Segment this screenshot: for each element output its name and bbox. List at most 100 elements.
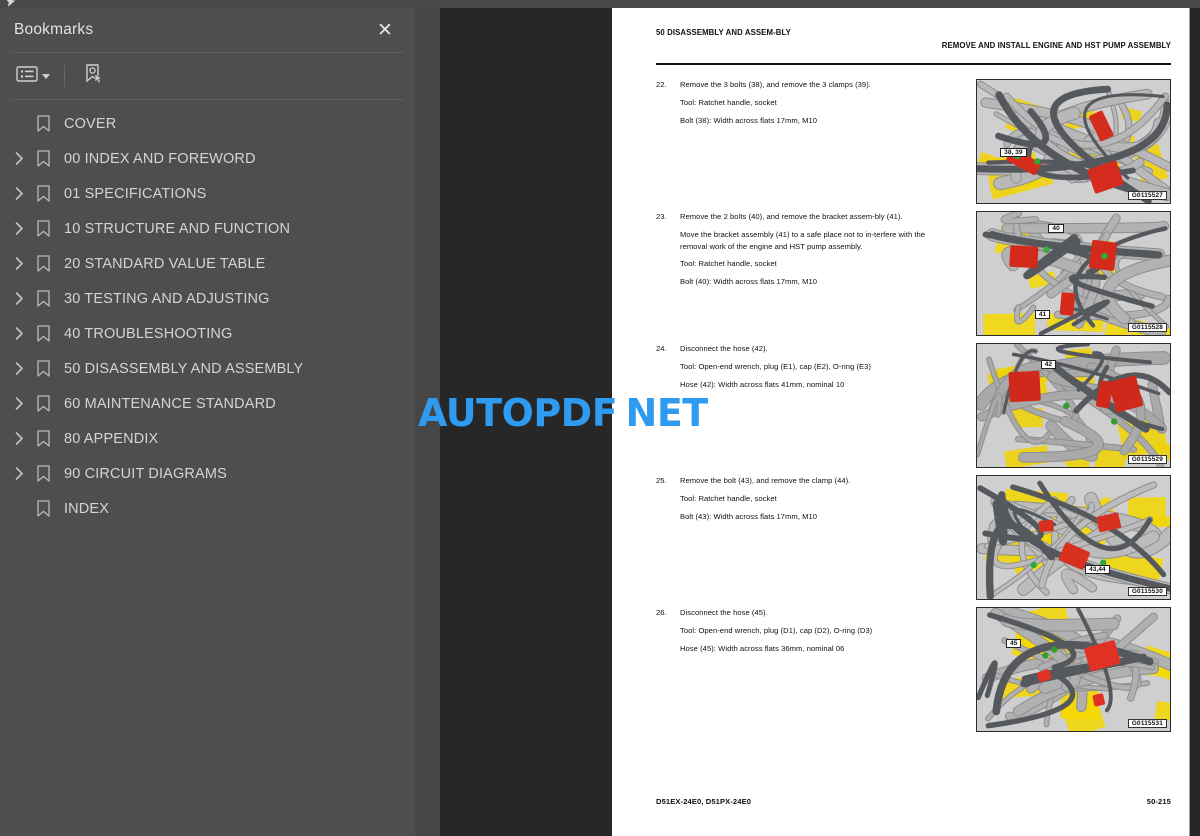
step-paragraph: Hose (42): Width across flats 41mm, nomi… [680, 379, 845, 389]
bookmark-item-label: 40 TROUBLESHOOTING [64, 325, 233, 342]
bookmark-item-label: 30 TESTING AND ADJUSTING [64, 290, 270, 307]
step-paragraph: Tool: Open-end wrench, plug (E1), cap (E… [680, 361, 871, 371]
bookmark-item[interactable]: 80 APPENDIX [0, 421, 415, 456]
bookmark-item[interactable]: 30 TESTING AND ADJUSTING [0, 281, 415, 316]
bookmarks-panel-title: Bookmarks [14, 21, 94, 38]
procedure-step: 26. Disconnect the hose (45). Tool: Open-e… [656, 607, 1171, 739]
chevron-right-icon[interactable] [8, 397, 30, 410]
bookmark-item[interactable]: 50 DISASSEMBLY AND ASSEMBLY [0, 351, 415, 386]
bookmark-item[interactable]: 40 TROUBLESHOOTING [0, 316, 415, 351]
step-number: 22. [656, 80, 667, 89]
bookmarks-panel: Bookmarks ✕ COVER 00 INDEX AND FOREWORD … [0, 8, 415, 836]
bookmark-item[interactable]: COVER [0, 106, 415, 141]
bookmark-item-label: 50 DISASSEMBLY AND ASSEMBLY [64, 360, 304, 377]
step-paragraphs: Remove the 3 bolts (38), and remove the … [680, 79, 950, 126]
figure-illustration [977, 476, 1170, 599]
step-paragraph: Tool: Ratchet handle, socket [680, 97, 777, 107]
step-text-block: 23. Remove the 2 bolts (40), and remove t… [656, 211, 956, 343]
bookmarks-toolbar [0, 53, 415, 99]
close-icon[interactable]: ✕ [375, 20, 395, 40]
document-footer: D51EX-24E0, D51PX-24E0 50-215 [656, 797, 1171, 806]
bookmark-item[interactable]: 90 CIRCUIT DIAGRAMS [0, 456, 415, 491]
step-paragraph: Tool: Ratchet handle, socket [680, 259, 777, 269]
figure-callout: 41 [1034, 310, 1051, 320]
list-options-button[interactable] [10, 61, 56, 92]
procedure-step: 25. Remove the bolt (43), and remove the … [656, 475, 1171, 607]
step-paragraph: Move the bracket assembly (41) to a safe… [680, 229, 926, 251]
procedure-step: 23. Remove the 2 bolts (40), and remove t… [656, 211, 1171, 343]
step-paragraphs: Disconnect the hose (42). Tool: Open-end … [680, 343, 950, 390]
bookmark-icon [30, 185, 56, 202]
chevron-right-icon[interactable] [8, 327, 30, 340]
chevron-right-icon[interactable] [8, 152, 30, 165]
bookmark-item[interactable]: 10 STRUCTURE AND FUNCTION [0, 211, 415, 246]
bookmark-item-label: 90 CIRCUIT DIAGRAMS [64, 465, 227, 482]
step-text-block: 22. Remove the 3 bolts (38), and remove t… [656, 79, 956, 211]
bookmark-icon [30, 290, 56, 307]
bookmark-icon [30, 465, 56, 482]
step-figure: 38, 39 G0115527 [976, 79, 1171, 204]
step-number: 26. [656, 608, 667, 617]
bookmark-icon [30, 395, 56, 412]
chevron-right-icon[interactable] [8, 292, 30, 305]
bookmark-item[interactable]: 00 INDEX AND FOREWORD [0, 141, 415, 176]
step-paragraphs: Disconnect the hose (45). Tool: Open-end … [680, 607, 950, 654]
bookmark-item-label: 60 MAINTENANCE STANDARD [64, 395, 276, 412]
bookmark-icon [30, 360, 56, 377]
step-paragraph: Remove the 2 bolts (40), and remove the … [680, 212, 903, 221]
bookmark-icon [30, 500, 56, 517]
pdf-page: 50 DISASSEMBLY AND ASSEM-BLY REMOVE AND … [612, 8, 1190, 836]
bookmark-item[interactable]: 20 STANDARD VALUE TABLE [0, 246, 415, 281]
bookmarks-panel-header: Bookmarks ✕ [0, 8, 415, 52]
step-paragraph: Tool: Ratchet handle, socket [680, 493, 777, 503]
chevron-right-icon[interactable] [8, 187, 30, 200]
step-number: 25. [656, 476, 667, 485]
step-paragraphs: Remove the 2 bolts (40), and remove the … [680, 211, 950, 288]
bookmark-item[interactable]: INDEX [0, 491, 415, 526]
list-options-icon [16, 65, 38, 88]
chevron-right-icon[interactable] [8, 432, 30, 445]
chevron-right-icon[interactable] [8, 467, 30, 480]
bookmark-item[interactable]: 60 MAINTENANCE STANDARD [0, 386, 415, 421]
header-section-title: 50 DISASSEMBLY AND ASSEM-BLY [656, 28, 791, 37]
step-paragraph: Disconnect the hose (42). [680, 344, 768, 353]
figure-illustration [977, 212, 1170, 335]
bookmark-item-label: 20 STANDARD VALUE TABLE [64, 255, 266, 272]
chevron-right-icon[interactable] [8, 362, 30, 375]
procedure-step: 22. Remove the 3 bolts (38), and remove t… [656, 79, 1171, 211]
new-bookmark-icon [83, 63, 105, 90]
bookmark-item-label: 01 SPECIFICATIONS [64, 185, 207, 202]
bookmark-icon [30, 115, 56, 132]
figure-callout: 42 [1040, 359, 1057, 369]
step-paragraph: Bolt (38): Width across flats 17mm, M10 [680, 115, 817, 125]
procedure-step: 24. Disconnect the hose (42). Tool: Open-e… [656, 343, 1171, 475]
new-bookmark-button[interactable] [77, 59, 111, 94]
chevron-right-icon[interactable] [8, 257, 30, 270]
bookmark-tree: COVER 00 INDEX AND FOREWORD 01 SPECIFICATI… [0, 100, 415, 526]
step-text-block: 25. Remove the bolt (43), and remove the … [656, 475, 956, 607]
figure-callout: 40 [1048, 224, 1064, 234]
bookmark-icon [30, 220, 56, 237]
chevron-right-icon[interactable] [8, 222, 30, 235]
figure-callout: 43,44 [1085, 564, 1110, 574]
step-figure: 43,44 G0115530 [976, 475, 1171, 600]
figure-id-caption: G0115528 [1127, 323, 1167, 332]
panel-gutter[interactable] [415, 8, 440, 836]
step-figure: 40 41 G0115528 [976, 211, 1171, 336]
bookmark-icon [30, 430, 56, 447]
figure-id-caption: G0115529 [1127, 455, 1167, 464]
figure-illustration [977, 344, 1170, 467]
procedure-steps: 22. Remove the 3 bolts (38), and remove t… [656, 79, 1171, 739]
footer-page-number: 50-215 [1146, 797, 1171, 806]
document-header: 50 DISASSEMBLY AND ASSEM-BLY REMOVE AND … [656, 28, 1171, 62]
step-paragraph: Remove the bolt (43), and remove the cla… [680, 476, 851, 485]
figure-id-caption: G0115527 [1127, 191, 1167, 200]
step-paragraph: Tool: Open-end wrench, plug (D1), cap (D… [680, 625, 873, 635]
figure-callout: 45 [1005, 638, 1022, 648]
step-number: 23. [656, 212, 667, 221]
step-paragraph: Disconnect the hose (45). [680, 608, 768, 617]
bookmark-item[interactable]: 01 SPECIFICATIONS [0, 176, 415, 211]
step-paragraph: Hose (45): Width across flats 36mm, nomi… [680, 643, 845, 653]
step-paragraph: Bolt (40): Width across flats 17mm, M10 [680, 277, 817, 287]
figure-illustration [977, 80, 1170, 203]
